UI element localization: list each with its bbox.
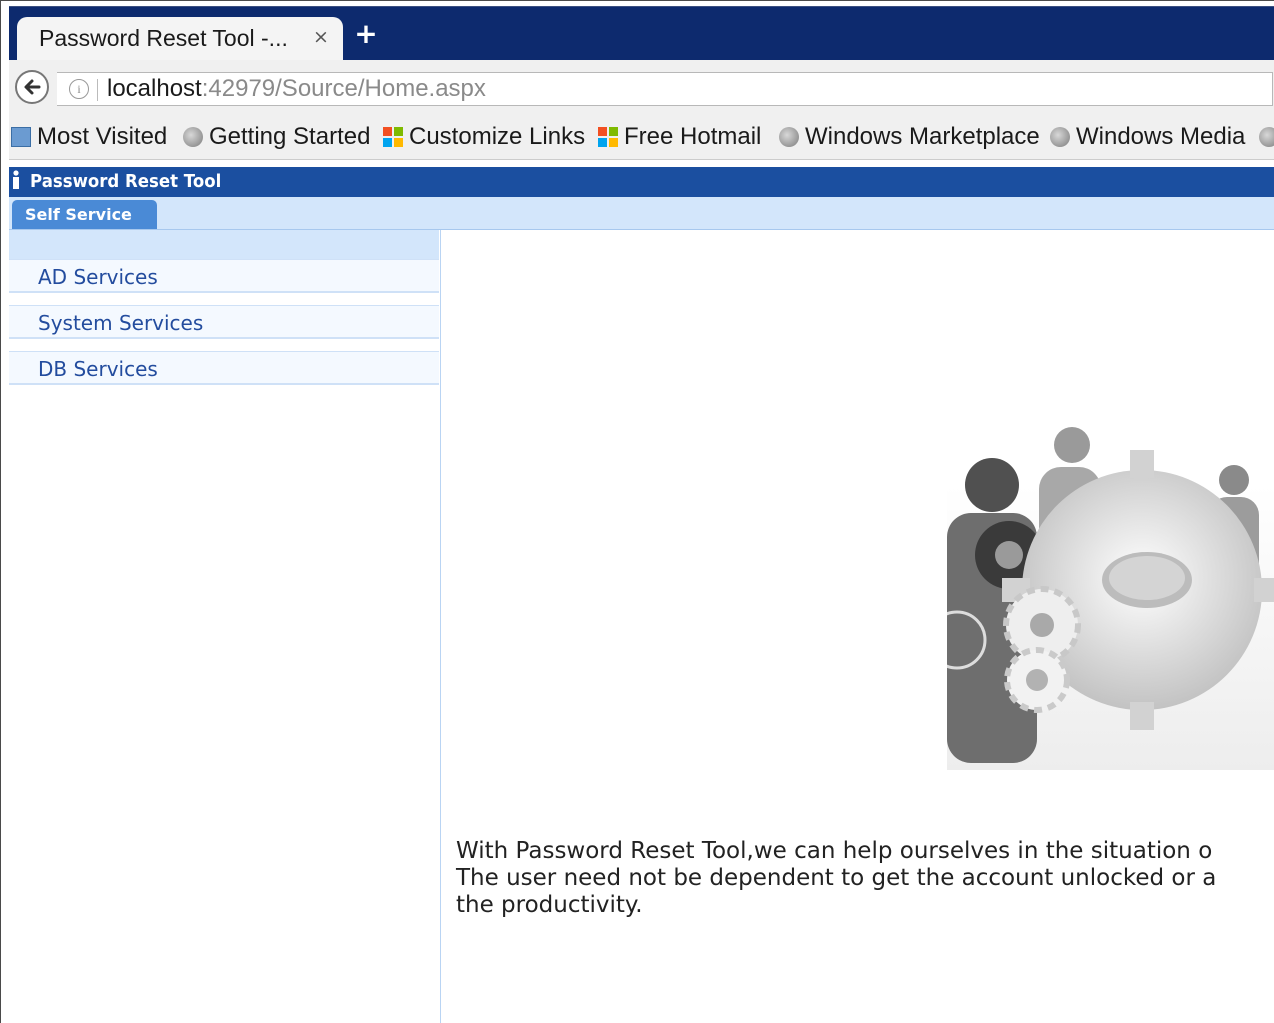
bookmark-label: Windows Marketplace (805, 123, 1040, 150)
sidebar-item-label: DB Services (38, 357, 158, 381)
people-gears-illustration (947, 427, 1274, 770)
url-path: :42979/Source/Home.aspx (201, 75, 486, 102)
app-title: Password Reset Tool (30, 171, 222, 192)
bookmark-customize-links[interactable]: Customize Links (383, 123, 585, 151)
bookmark-overflow[interactable] (1259, 123, 1274, 151)
globe-icon (1259, 127, 1274, 147)
url-text[interactable]: localhost:42979/Source/Home.aspx (107, 75, 486, 103)
bookmark-windows-marketplace[interactable]: Windows Marketplace (779, 123, 1040, 151)
bookmark-label: Customize Links (409, 123, 586, 150)
app-tab-bar: Self Service (9, 197, 1274, 230)
sidebar-item-system-services[interactable]: System Services (9, 305, 439, 339)
address-bar[interactable]: i localhost:42979/Source/Home.aspx (57, 72, 1273, 106)
bookmark-label: Getting Started (209, 123, 371, 150)
tab-label: Self Service (25, 205, 132, 224)
user-icon (13, 170, 19, 189)
new-tab-button[interactable]: + (352, 20, 380, 48)
windows-logo-icon (383, 127, 403, 147)
info-icon[interactable]: i (69, 79, 89, 99)
globe-icon (779, 127, 799, 147)
sidebar: AD Services System Services DB Services (9, 230, 441, 1023)
back-arrow-icon (24, 79, 41, 95)
close-tab-icon[interactable]: × (313, 26, 329, 48)
bookmark-free-hotmail[interactable]: Free Hotmail (598, 123, 761, 151)
main-content: With Password Reset Tool,we can help our… (441, 230, 1274, 1023)
url-separator (97, 79, 98, 101)
bookmark-label: Most Visited (37, 123, 168, 150)
most-visited-icon (11, 127, 31, 147)
browser-window: Password Reset Tool -... × + i localhost… (0, 0, 1274, 1023)
sidebar-item-label: AD Services (38, 265, 158, 289)
description-line: The user need not be dependent to get th… (456, 865, 1217, 891)
description-line: the productivity. (456, 892, 643, 918)
navigation-bar: i localhost:42979/Source/Home.aspx (9, 60, 1274, 115)
sidebar-item-db-services[interactable]: DB Services (9, 351, 439, 385)
sidebar-item-label: System Services (38, 311, 204, 335)
globe-icon (183, 127, 203, 147)
tab-strip: Password Reset Tool -... × + (9, 6, 1274, 61)
url-host: localhost (107, 75, 202, 102)
browser-tab[interactable]: Password Reset Tool -... × (17, 17, 343, 61)
description-text: With Password Reset Tool,we can help our… (456, 838, 1274, 919)
description-line: With Password Reset Tool,we can help our… (456, 838, 1213, 864)
sidebar-header (9, 230, 439, 259)
back-button[interactable] (15, 70, 49, 104)
tab-title: Password Reset Tool -... (39, 25, 288, 51)
bookmark-label: Windows Media (1076, 123, 1246, 150)
bookmark-windows-media[interactable]: Windows Media (1050, 123, 1245, 151)
bookmark-most-visited[interactable]: Most Visited (11, 123, 167, 151)
tab-self-service[interactable]: Self Service (12, 200, 157, 229)
bookmarks-toolbar: Most Visited Getting Started Customize L… (9, 115, 1274, 160)
windows-logo-icon (598, 127, 618, 147)
bookmark-label: Free Hotmail (624, 123, 762, 150)
bookmark-getting-started[interactable]: Getting Started (183, 123, 370, 151)
app-header: Password Reset Tool (9, 167, 1274, 197)
globe-icon (1050, 127, 1070, 147)
sidebar-item-ad-services[interactable]: AD Services (9, 259, 439, 293)
